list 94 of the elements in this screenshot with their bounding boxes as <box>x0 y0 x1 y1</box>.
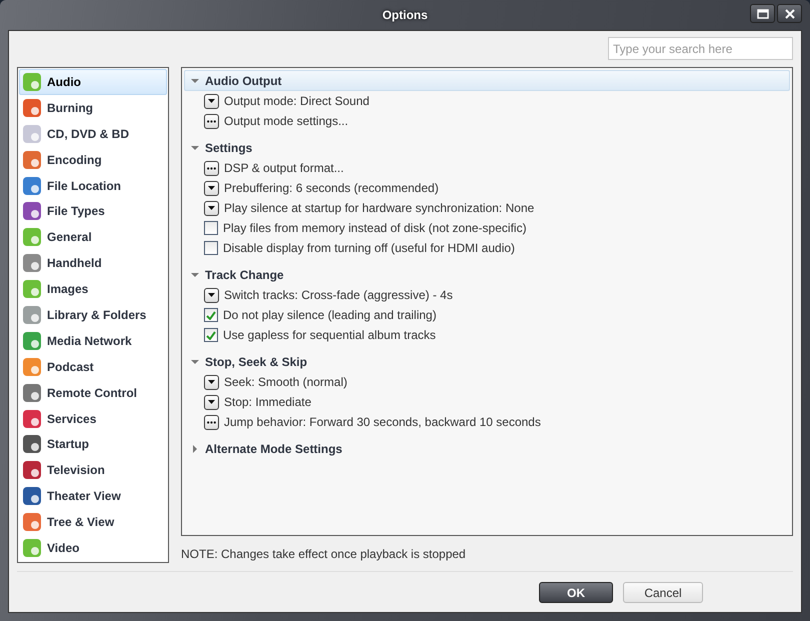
check-icon <box>206 310 216 320</box>
search-field[interactable]: Type your search here <box>608 37 793 60</box>
option-label: Seek: Smooth (normal) <box>224 374 348 391</box>
option-label: Output mode settings... <box>224 113 348 130</box>
section-header[interactable]: Audio Output <box>184 70 790 91</box>
ok-button[interactable]: OK <box>539 582 613 603</box>
dropdown-button[interactable] <box>204 394 219 410</box>
option-label: Do not play silence (leading and trailing) <box>223 307 436 324</box>
category-icon <box>22 356 42 377</box>
sidebar-item[interactable]: Library & Folders <box>19 302 167 328</box>
section-header[interactable]: Stop, Seek & Skip <box>184 351 790 372</box>
ellipsis-button[interactable] <box>204 414 219 430</box>
dropdown-button[interactable] <box>204 200 219 216</box>
category-icon <box>22 279 42 300</box>
sidebar-item[interactable]: Theater View <box>19 483 167 510</box>
category-icon <box>22 227 42 248</box>
category-icon <box>22 253 42 274</box>
maximize-icon <box>756 8 768 18</box>
sidebar-item[interactable]: Images <box>19 276 167 302</box>
checkbox[interactable] <box>204 221 218 235</box>
sidebar-item[interactable]: Burning <box>19 94 167 121</box>
dropdown-button[interactable] <box>204 94 219 108</box>
close-button[interactable] <box>777 4 802 23</box>
option-label: Switch tracks: Cross-fade (aggressive) - 4s <box>224 287 453 304</box>
sidebar-item[interactable]: General <box>19 224 167 250</box>
expander-icon <box>191 358 199 366</box>
sidebar-item[interactable]: Tree & View <box>19 509 167 536</box>
caret-icon <box>208 98 215 104</box>
dropdown-button[interactable] <box>204 180 219 196</box>
sidebar-item[interactable]: Audio <box>19 69 167 95</box>
cancel-button[interactable]: Cancel <box>623 582 703 603</box>
sidebar-item[interactable]: Television <box>19 457 167 484</box>
option-label: Disable display from turning off (useful for HDMI audio) <box>223 240 515 257</box>
category-icon <box>22 512 42 532</box>
category-icon <box>22 98 42 118</box>
option-label: Jump behavior: Forward 30 seconds, backward 10 seconds <box>224 414 541 431</box>
option-label: Output mode: Direct Sound <box>224 93 370 110</box>
sidebar-item[interactable]: Startup <box>19 431 167 458</box>
sidebar-item[interactable]: Video <box>19 535 167 561</box>
option-label: Stop: Immediate <box>224 394 312 411</box>
expander-icon <box>191 270 199 278</box>
category-icon <box>22 304 42 325</box>
caret-icon <box>208 186 215 190</box>
sidebar-item[interactable]: Services <box>19 406 167 432</box>
category-icon <box>22 124 42 144</box>
option-label: Play files from memory instead of disk (not zone-specific) <box>223 220 526 237</box>
window-title: Options <box>382 7 428 24</box>
note-text: NOTE: Changes take effect once playback is stopped <box>181 546 467 563</box>
option-label: Prebuffering: 6 seconds (recommended) <box>224 180 439 197</box>
caret-icon <box>208 292 215 298</box>
sidebar-item[interactable]: Handheld <box>19 250 167 276</box>
section-header[interactable]: Settings <box>184 137 790 158</box>
caret-icon <box>208 206 215 210</box>
category-icon <box>22 72 42 92</box>
section-header[interactable]: Track Change <box>184 264 790 285</box>
option-label: Use gapless for sequential album tracks <box>223 327 436 344</box>
caret-icon <box>208 380 215 384</box>
category-icon <box>22 382 42 403</box>
caret-icon <box>208 400 215 404</box>
category-icon <box>22 434 42 454</box>
sidebar-item[interactable]: File Types <box>19 198 167 224</box>
ellipsis-icon <box>207 166 216 170</box>
dropdown-button[interactable] <box>204 288 219 302</box>
expander-icon <box>191 76 199 84</box>
ellipsis-button[interactable] <box>204 160 219 176</box>
category-icon <box>22 486 42 506</box>
category-icon <box>22 201 42 222</box>
maximize-button[interactable] <box>750 4 775 23</box>
close-icon <box>784 8 794 18</box>
category-icon <box>22 460 42 480</box>
checkbox[interactable] <box>204 328 218 342</box>
sidebar-item[interactable]: Encoding <box>19 146 167 173</box>
dropdown-button[interactable] <box>204 374 219 390</box>
option-label: DSP & output format... <box>224 160 344 177</box>
ellipsis-icon <box>207 120 216 122</box>
category-icon <box>22 408 42 429</box>
expander-icon <box>191 444 199 452</box>
sidebar-item[interactable]: Remote Control <box>19 380 167 406</box>
option-label: Play silence at startup for hardware synchronization: None <box>224 200 534 217</box>
category-icon <box>22 150 42 170</box>
category-icon <box>22 176 42 196</box>
expander-icon <box>191 144 199 152</box>
ellipsis-icon <box>207 420 216 424</box>
checkbox[interactable] <box>204 308 218 322</box>
sidebar-item[interactable]: Media Network <box>19 328 167 354</box>
checkbox[interactable] <box>204 241 218 255</box>
section-header[interactable]: Alternate Mode Settings <box>184 438 790 459</box>
sidebar-item[interactable]: Podcast <box>19 354 167 380</box>
sidebar-item[interactable]: CD, DVD & BD <box>19 120 167 147</box>
ellipsis-button[interactable] <box>204 114 219 128</box>
check-icon <box>206 330 216 340</box>
sidebar-item[interactable]: File Location <box>19 172 167 198</box>
category-icon <box>22 330 42 351</box>
category-icon <box>22 538 42 558</box>
